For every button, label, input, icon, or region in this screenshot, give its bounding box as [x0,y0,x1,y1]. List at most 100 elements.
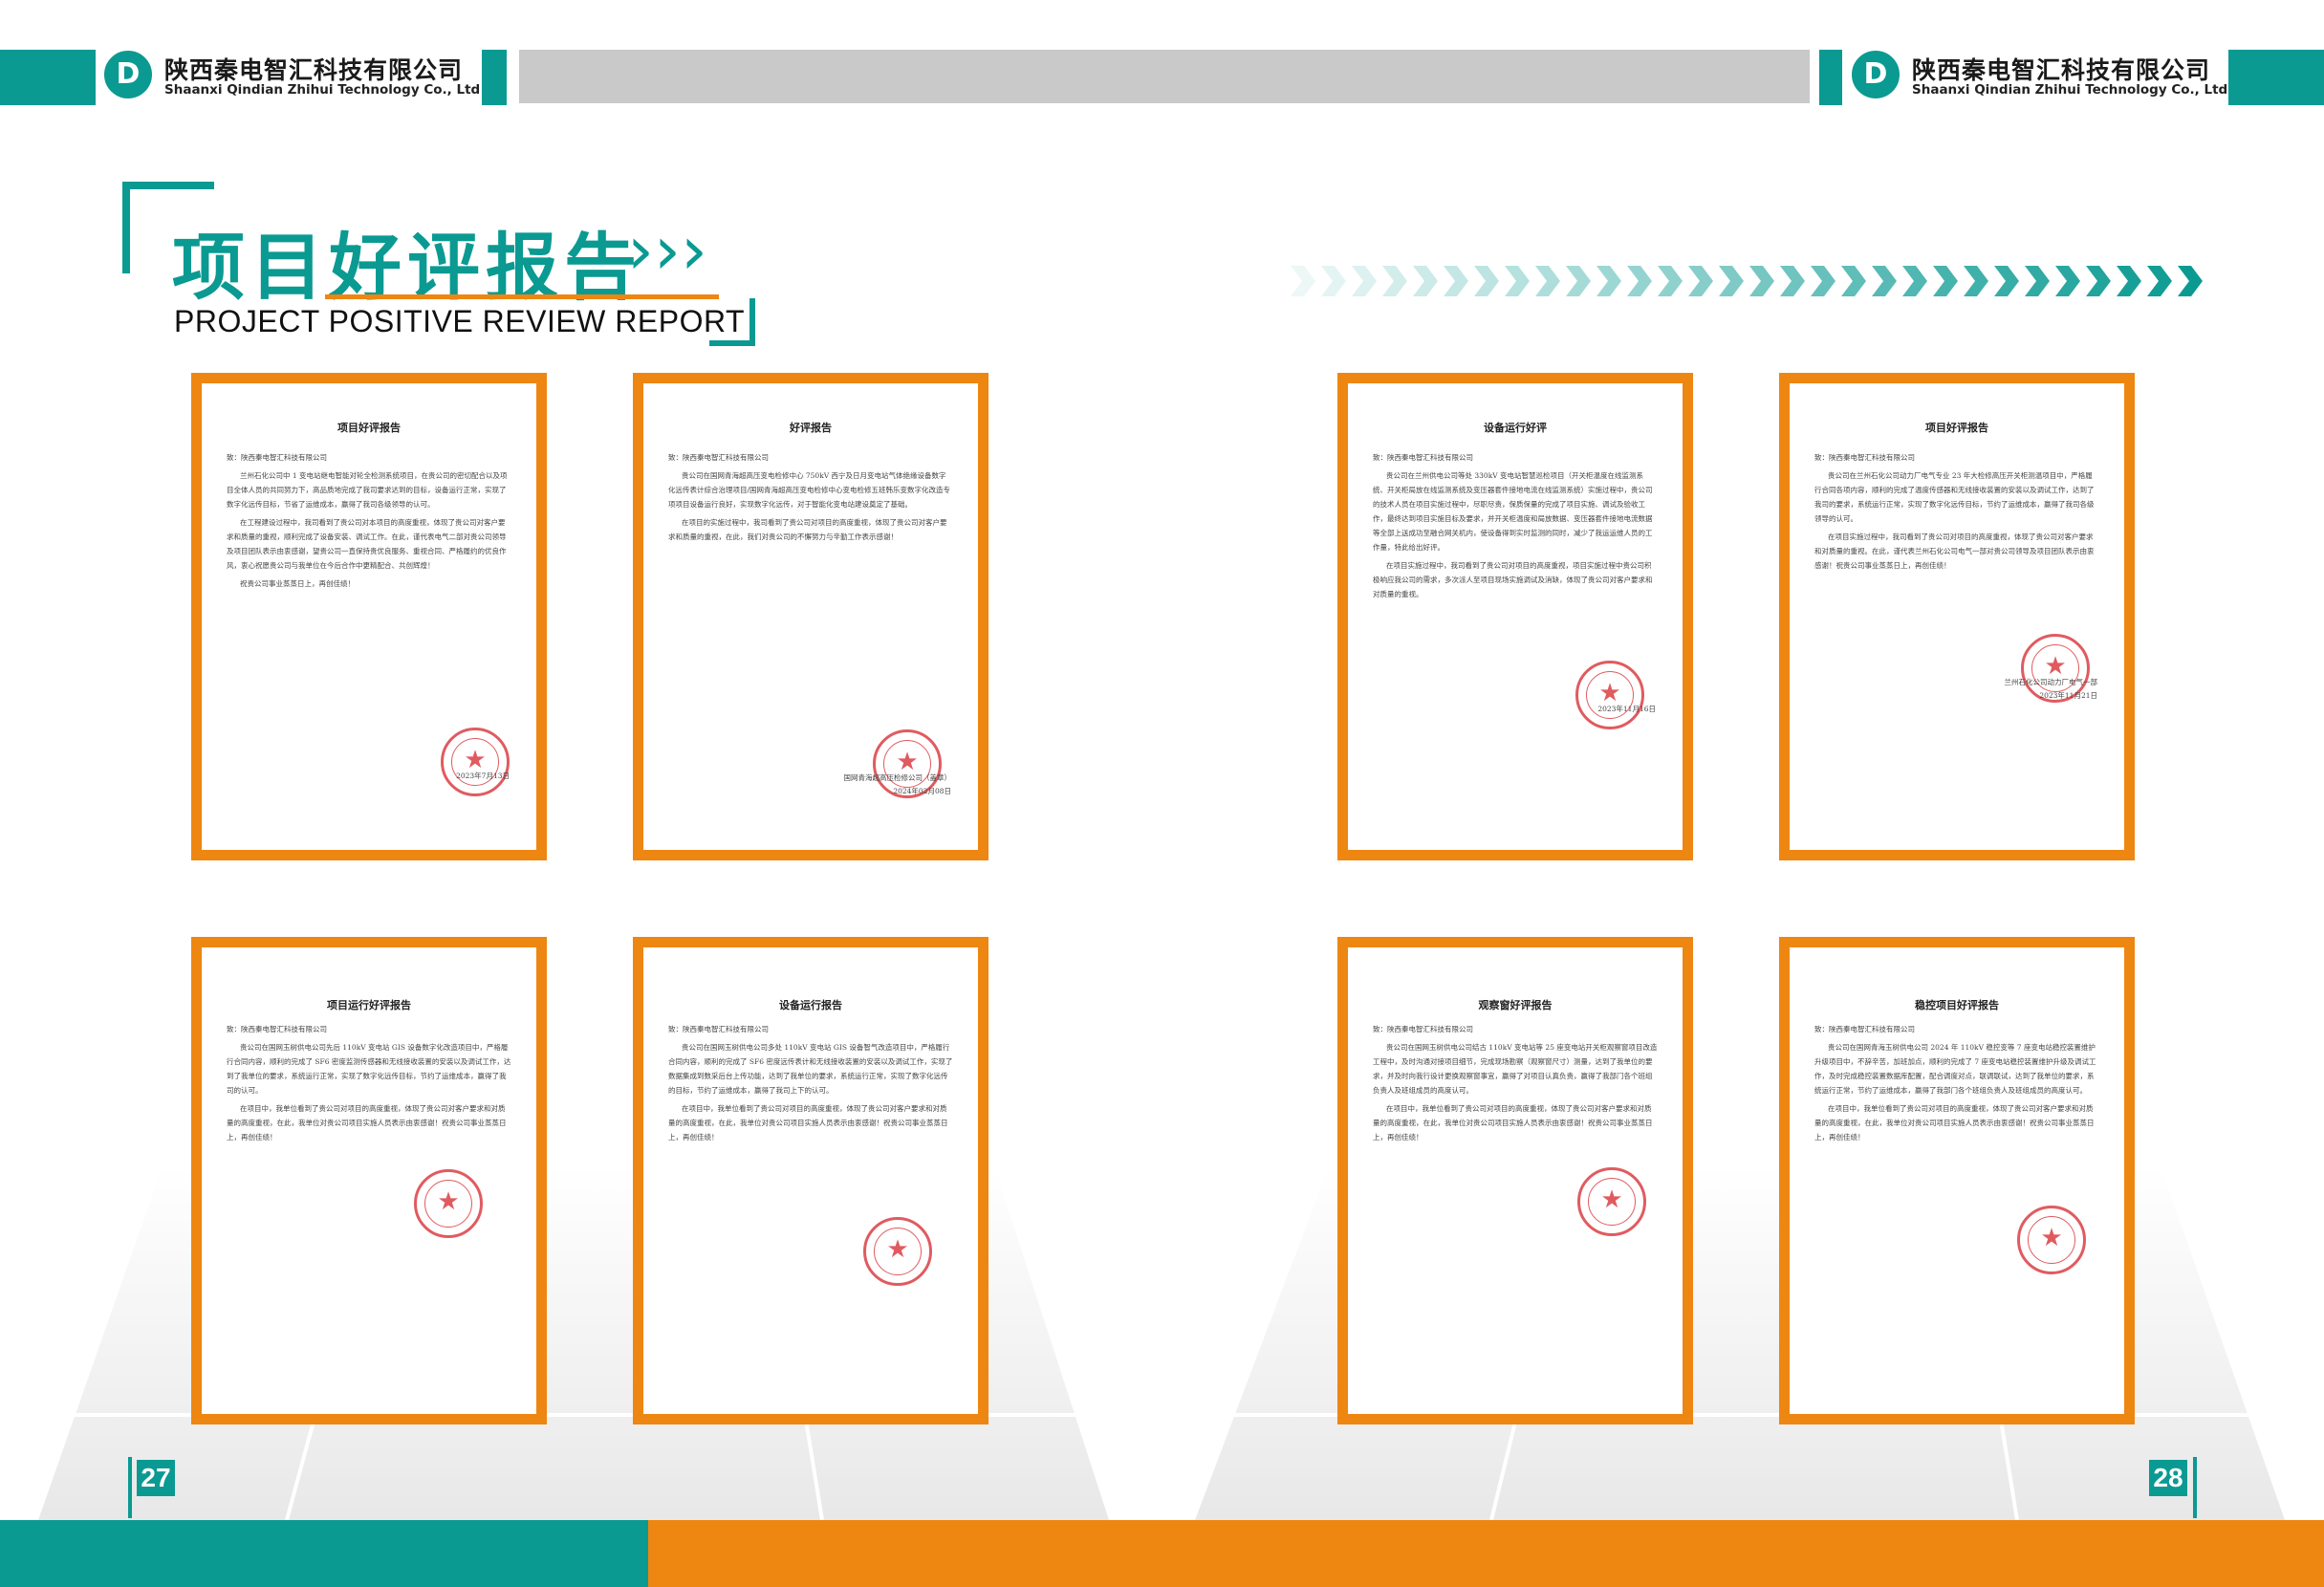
chevron-icon [1719,266,1744,296]
letter-salutation: 致：陕西秦电智汇科技有限公司 [227,453,327,462]
chevron-icon [1566,266,1591,296]
chevron-icon [1811,266,1835,296]
letter-title: 项目好评报告 [1925,422,1988,434]
letter-salutation: 致：陕西秦电智汇科技有限公司 [1814,453,1915,462]
chevron-icon [2025,266,2050,296]
letter-paragraph: 贵公司在国网青海玉树供电公司 2024 年 110kV 稳控变等 7 座变电站稳… [1814,1043,2096,1095]
logo-mark-icon: D [101,48,155,101]
letter-paragraph: 在项目的实施过程中，我司看到了贵公司对项目的高度重视，体现了贵公司对客户要求和质… [668,518,947,541]
letter-body: 致：陕西秦电智汇科技有限公司 贵公司在国网青海玉树供电公司 2024 年 110… [1814,1022,2099,1148]
page-number-left: 27 [137,1460,175,1496]
chevron-strip-icon [1291,266,2203,296]
title-bracket-left [122,182,130,273]
letter-salutation: 致：陕西秦电智汇科技有限公司 [227,1025,327,1033]
title-bracket-right [749,298,755,346]
letter-salutation: 致：陕西秦电智汇科技有限公司 [1814,1025,1915,1033]
red-seal-stamp: ★ [1577,1167,1646,1236]
letter-paragraph: 在项目实施过程中，我司看到了贵公司对项目的高度重视，项目实施过程中贵公司积极响应… [1373,561,1653,598]
letter-paragraph: 贵公司在国网玉树供电公司多处 110kV 变电站 GIS 设备智气改造项目中，严… [668,1043,953,1095]
letter-body: 致：陕西秦电智汇科技有限公司 贵公司在国网玉树供电公司结古 110kV 变电站等… [1373,1022,1658,1148]
chevron-icon [1964,266,1988,296]
chevron-icon [1291,266,1315,296]
chevron-icon [1902,266,1927,296]
chevron-icon [1382,266,1407,296]
letter-salutation: 致：陕西秦电智汇科技有限公司 [1373,453,1473,462]
review-letter-frame: 设备运行好评 致：陕西秦电智汇科技有限公司 贵公司在兰州供电公司等处 330kV… [1337,373,1693,860]
letter-title: 项目好评报告 [337,422,401,434]
title-bracket-top-left [122,182,214,189]
red-seal-stamp: ★ [2017,1206,2086,1274]
chevron-icon [1535,266,1560,296]
chevron-icon [1688,266,1713,296]
red-seal-stamp: ★ [863,1217,932,1286]
chevron-icon [1627,266,1652,296]
chevron-icon [2178,266,2203,296]
chevron-icon [1872,266,1897,296]
letter-paragraph: 在项目中，我单位看到了贵公司对项目的高度重视，体现了贵公司对客户要求和对质量的高… [668,1104,948,1141]
letter-body: 致：陕西秦电智汇科技有限公司 贵公司在国网青海超高压变电检修中心 750kV 西… [668,450,953,548]
header-accent-right-start [1819,50,1842,105]
letter-salutation: 致：陕西秦电智汇科技有限公司 [1373,1025,1473,1033]
review-letter-frame: 项目好评报告 致：陕西秦电智汇科技有限公司 兰州石化公司中 1 变电站继电智能对… [191,373,547,860]
chevron-icon [2055,266,2080,296]
letter-signature: 国网青海超高压检修公司（盖章） 2024年02月08日 [843,773,952,795]
chevron-icon [1413,266,1438,296]
letter-title: 项目运行好评报告 [327,999,411,1011]
company-name-en: Shaanxi Qindian Zhihui Technology Co., L… [164,82,481,98]
footer-orange-bar [648,1520,2324,1587]
red-seal-stamp: ★ [414,1169,483,1238]
letter-body: 致：陕西秦电智汇科技有限公司 贵公司在国网玉树供电公司多处 110kV 变电站 … [668,1022,953,1148]
letter-paragraph: 在项目中，我单位看到了贵公司对项目的高度重视，体现了贵公司对客户要求和对质量的高… [1814,1104,2095,1141]
company-name-en: Shaanxi Qindian Zhihui Technology Co., L… [1912,82,2228,98]
letter-paragraph: 兰州石化公司中 1 变电站继电智能对轮全检测系统项目，在贵公司的密切配合以及项目… [227,471,508,509]
letter-title: 稳控项目好评报告 [1915,999,1999,1011]
letter-body: 致：陕西秦电智汇科技有限公司 兰州石化公司中 1 变电站继电智能对轮全检测系统项… [227,450,511,595]
chevron-icon [1596,266,1621,296]
chevron-icon [1749,266,1774,296]
letter-title: 设备运行报告 [779,999,842,1011]
letter-title: 观察窗好评报告 [1478,999,1553,1011]
chevron-icon [1841,266,1866,296]
letter-paragraph: 在工程建设过程中，我司看到了贵公司对本项目的高度重视，体现了贵公司对客户要求和质… [227,518,507,570]
chevron-icon [1444,266,1468,296]
letter-paragraph: 祝贵公司事业蒸蒸日上，再创佳绩！ [240,579,355,588]
letter-paragraph: 贵公司在国网玉树供电公司先后 110kV 变电站 GIS 设备数字化改造项目中，… [227,1043,511,1095]
red-seal-stamp: ★ [441,728,510,796]
letter-body: 致：陕西秦电智汇科技有限公司 贵公司在兰州石化公司动力厂电气专业 23 年大检修… [1814,450,2099,576]
company-logo-right: D 陕西秦电智汇科技有限公司 Shaanxi Qindian Zhihui Te… [1849,48,2231,105]
letter-signature: 兰州石化公司动力厂电气一部 2023年11月21日 [2004,678,2098,700]
chevron-icon [1658,266,1683,296]
page-title-en: PROJECT POSITIVE REVIEW REPORT [174,304,746,338]
company-name-cn: 陕西秦电智汇科技有限公司 [1912,56,2211,84]
letter-paragraph: 在项目实施过程中，我司看到了贵公司对项目的高度重视，体现了贵公司对客户要求和对质… [1814,533,2095,570]
header-accent-left-end [482,50,507,105]
title-arrows-icon: ››› [627,211,707,290]
letter-body: 致：陕西秦电智汇科技有限公司 贵公司在国网玉树供电公司先后 110kV 变电站 … [227,1022,511,1148]
letter-paragraph: 贵公司在国网玉树供电公司结古 110kV 变电站等 25 座变电站开关柜观察窗项… [1373,1043,1658,1095]
letter-body: 致：陕西秦电智汇科技有限公司 贵公司在兰州供电公司等处 330kV 变电站智慧巡… [1373,450,1658,605]
review-letter-frame: 项目运行好评报告 致：陕西秦电智汇科技有限公司 贵公司在国网玉树供电公司先后 1… [191,937,547,1424]
review-letter-frame: 稳控项目好评报告 致：陕西秦电智汇科技有限公司 贵公司在国网青海玉树供电公司 2… [1779,937,2135,1424]
letter-title: 设备运行好评 [1484,422,1547,434]
chevron-icon [1933,266,1958,296]
letter-paragraph: 贵公司在国网青海超高压变电检修中心 750kV 西宁及日月变电站气体绝缘设备数字… [668,471,951,509]
page-number-line-right [2193,1457,2197,1518]
title-bracket-bottom-right [709,340,755,346]
chevron-icon [1474,266,1499,296]
chevron-icon [2117,266,2141,296]
chevron-icon [1780,266,1805,296]
letter-title: 好评报告 [790,422,832,434]
header-gray-band [519,50,1810,103]
chevron-icon [1994,266,2019,296]
review-letter-frame: 设备运行报告 致：陕西秦电智汇科技有限公司 贵公司在国网玉树供电公司多处 110… [633,937,988,1424]
letter-salutation: 致：陕西秦电智汇科技有限公司 [668,453,769,462]
chevron-icon [2147,266,2172,296]
letter-paragraph: 在项目中，我单位看到了贵公司对项目的高度重视，体现了贵公司对客户要求和对质量的高… [1373,1104,1653,1141]
footer-teal-bar [0,1520,648,1587]
letter-paragraph: 贵公司在兰州供电公司等处 330kV 变电站智慧巡检项目（开关柜温度在线监测系统… [1373,471,1653,552]
letter-signature: 2023年11月16日 [1597,705,1656,713]
red-seal-stamp: ★ [1575,661,1644,729]
review-letter-frame: 项目好评报告 致：陕西秦电智汇科技有限公司 贵公司在兰州石化公司动力厂电气专业 … [1779,373,2135,860]
review-letter-frame: 观察窗好评报告 致：陕西秦电智汇科技有限公司 贵公司在国网玉树供电公司结古 11… [1337,937,1693,1424]
page-number-right: 28 [2149,1460,2187,1496]
